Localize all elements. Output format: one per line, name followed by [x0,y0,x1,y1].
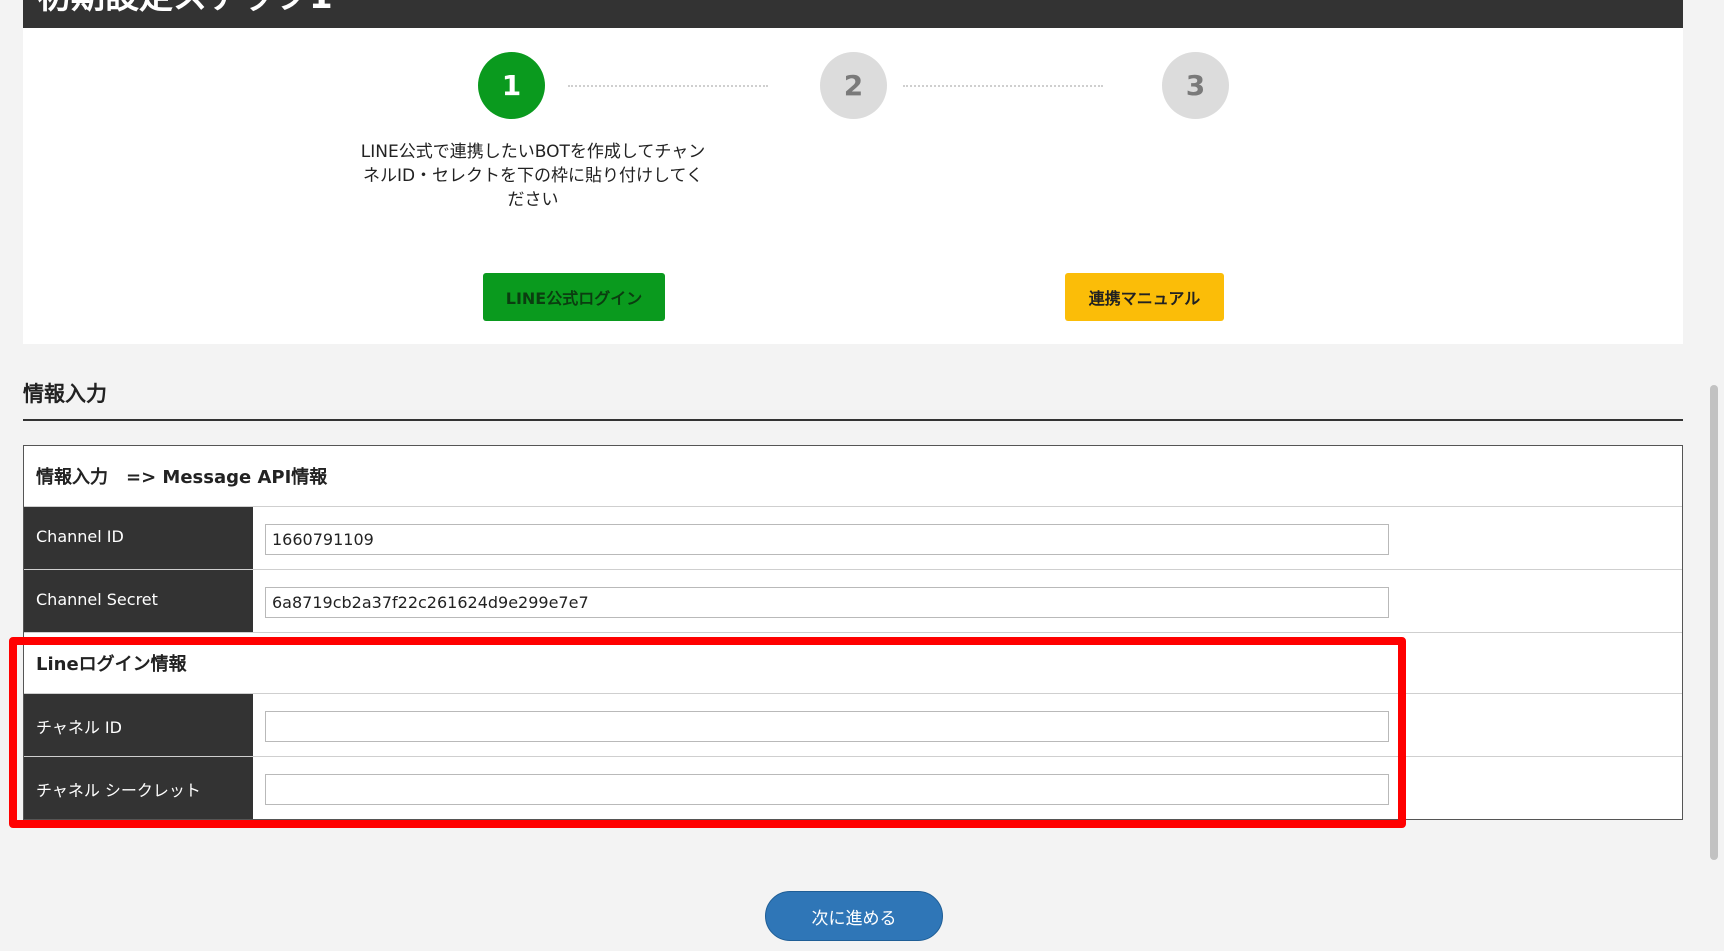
page-header-bar: 初期設定ステップ1 [23,0,1683,28]
line-login-header: Lineログイン情報 [36,654,187,675]
step-2-indicator: 2 [820,52,887,119]
login-channel-secret-row: チャネル シークレット [24,757,1682,819]
login-channel-secret-input[interactable] [265,774,1389,805]
channel-id-label: Channel ID [24,507,253,569]
channel-id-row: Channel ID [24,507,1682,570]
step-1-indicator: 1 [478,52,545,119]
login-channel-id-input[interactable] [265,711,1389,742]
steps-panel: 1 2 3 LINE公式で連携したいBOTを作成してチャンネルID・セレクトを下… [23,28,1683,344]
page-title: 初期設定ステップ1 [37,0,333,20]
page-scrollbar[interactable] [1710,385,1718,860]
info-form: 情報入力 => Message API情報 Channel ID Channel… [23,445,1683,820]
line-login-button[interactable]: LINE公式ログイン [483,273,665,321]
login-channel-id-row: チャネル ID [24,694,1682,757]
step-1-description: LINE公式で連携したいBOTを作成してチャンネルID・セレクトを下の枠に貼り付… [360,142,706,210]
manual-button[interactable]: 連携マニュアル [1065,273,1224,321]
channel-id-input[interactable] [265,524,1389,555]
channel-secret-label: Channel Secret [24,570,253,632]
channel-secret-input[interactable] [265,587,1389,618]
channel-secret-row: Channel Secret [24,570,1682,633]
message-api-header: 情報入力 => Message API情報 [36,467,328,488]
step-3-indicator: 3 [1162,52,1229,119]
step-connector-2-3 [903,85,1103,87]
section-divider [23,419,1683,421]
login-channel-secret-label: チャネル シークレット [24,757,253,819]
step-connector-1-2 [568,85,768,87]
section-title: 情報入力 [23,382,107,406]
message-api-header-row: 情報入力 => Message API情報 [24,446,1682,507]
line-login-header-row: Lineログイン情報 [24,633,1682,694]
next-button[interactable]: 次に進める [765,891,943,941]
login-channel-id-label: チャネル ID [24,694,253,756]
